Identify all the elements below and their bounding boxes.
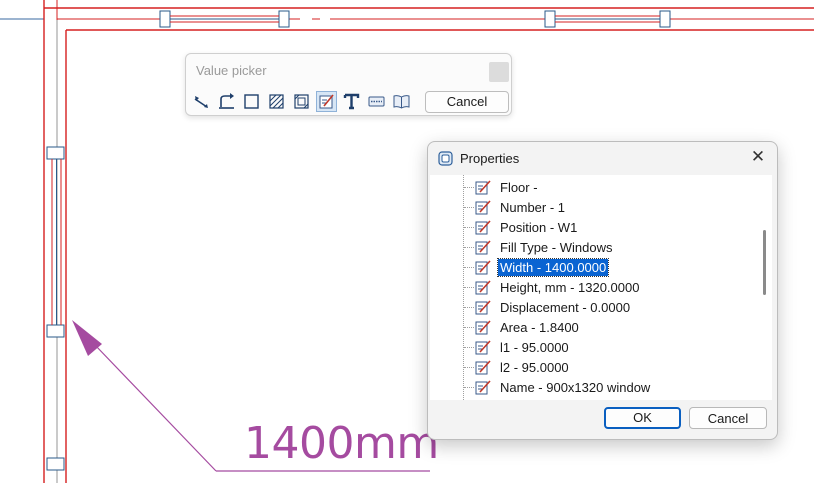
tree-connector <box>464 327 474 328</box>
tree-connector <box>464 367 474 368</box>
window-symbol <box>46 457 65 471</box>
property-item[interactable]: Position - W1 <box>475 217 579 237</box>
ok-button[interactable]: OK <box>604 407 681 429</box>
tree-connector <box>464 207 474 208</box>
property-label: l2 - 95.0000 <box>500 359 569 375</box>
property-icon <box>475 379 498 395</box>
properties-tree[interactable]: Floor - Number - 1 Position - W1 Fill Type … <box>430 175 758 400</box>
property-icon <box>475 319 498 335</box>
label-icon[interactable] <box>366 91 387 112</box>
property-icon <box>475 239 498 255</box>
tree-connector <box>464 287 474 288</box>
property-label: Area - 1.8400 <box>500 319 579 335</box>
property-icon <box>475 299 498 315</box>
property-label: Width - 1400.0000 <box>496 257 610 277</box>
tree-connector <box>464 347 474 348</box>
section-hatch-icon[interactable] <box>291 91 312 112</box>
properties-dialog: Properties ✕ Floor - Number - 1 Position -… <box>427 141 778 440</box>
properties-scrollbar[interactable] <box>758 175 772 400</box>
property-label: l1 - 95.0000 <box>500 339 569 355</box>
property-item[interactable]: l2 - 95.0000 <box>475 357 571 377</box>
property-label: Floor - <box>500 179 538 195</box>
property-label: Name - 900x1320 window <box>500 379 651 395</box>
tree-connector <box>464 187 474 188</box>
value-picker-cancel-button[interactable]: Cancel <box>425 91 509 113</box>
property-icon <box>475 259 498 275</box>
value-picker-title: Value picker <box>196 63 267 78</box>
property-label: Fill Type - Windows <box>500 239 613 255</box>
property-item[interactable]: Width - 1400.0000 <box>475 257 610 277</box>
property-item[interactable]: Area - 1.8400 <box>475 317 581 337</box>
book-icon[interactable] <box>391 91 412 112</box>
property-item[interactable]: Height, mm - 1320.0000 <box>475 277 641 297</box>
close-icon[interactable]: ✕ <box>749 148 767 166</box>
property-icon <box>475 279 498 295</box>
property-item[interactable]: Displacement - 0.0000 <box>475 297 632 317</box>
window-symbol <box>544 10 671 28</box>
property-icon <box>475 359 498 375</box>
property-label: Position - W1 <box>500 219 578 235</box>
dimension-label: 1400mm <box>244 418 439 469</box>
tree-connector <box>464 267 474 268</box>
window-symbol <box>46 146 65 338</box>
property-label: Height, mm - 1320.0000 <box>500 279 640 295</box>
dimension-line-icon[interactable] <box>191 91 212 112</box>
property-item[interactable]: l1 - 95.0000 <box>475 337 571 357</box>
leader-line <box>94 344 217 472</box>
property-item[interactable]: Number - 1 <box>475 197 567 217</box>
property-icon <box>475 179 498 195</box>
scrollbar-thumb[interactable] <box>763 230 766 295</box>
properties-title: Properties <box>460 151 520 166</box>
property-icon <box>475 199 498 215</box>
property-label: Displacement - 0.0000 <box>500 299 631 315</box>
object-properties-icon[interactable] <box>316 91 337 112</box>
value-picker-tools <box>191 91 412 113</box>
window-symbol <box>159 10 290 28</box>
cancel-button[interactable]: Cancel <box>689 407 767 429</box>
leader-arrow <box>72 320 102 356</box>
property-label: Number - 1 <box>500 199 566 215</box>
tree-connector <box>464 247 474 248</box>
value-picker-close-button[interactable] <box>489 62 509 82</box>
rectangle-icon[interactable] <box>241 91 262 112</box>
property-item[interactable]: Name - 900x1320 window <box>475 377 652 397</box>
property-icon <box>475 219 498 235</box>
properties-app-icon <box>438 151 453 166</box>
tree-connector <box>464 387 474 388</box>
property-item[interactable]: Fill Type - Windows <box>475 237 614 257</box>
tree-connector <box>464 307 474 308</box>
property-item[interactable]: Floor - <box>475 177 540 197</box>
value-picker-toolbar: Value picker Cancel <box>185 53 512 116</box>
angle-arc-icon[interactable] <box>216 91 237 112</box>
tree-connector <box>464 227 474 228</box>
hatch-icon[interactable] <box>266 91 287 112</box>
text-icon[interactable] <box>341 91 362 112</box>
property-icon <box>475 339 498 355</box>
